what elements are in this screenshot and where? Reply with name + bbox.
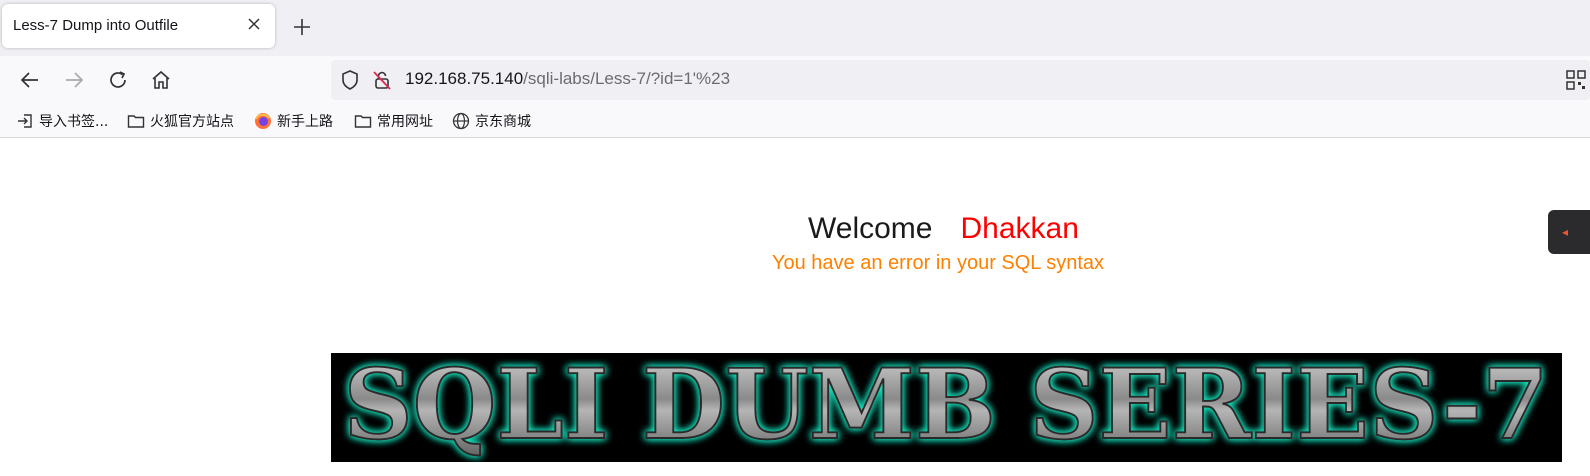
import-icon xyxy=(16,112,34,130)
bookmark-label: 导入书签... xyxy=(39,114,109,130)
insecure-lock-icon[interactable] xyxy=(371,69,393,91)
folder-icon xyxy=(354,112,372,130)
bookmark-label: 新手上路 xyxy=(277,114,333,130)
qr-code-icon[interactable] xyxy=(1566,70,1586,90)
tab-title: Less-7 Dump into Outfile xyxy=(13,17,179,34)
forward-arrow-icon[interactable] xyxy=(60,66,88,94)
bookmark-label: 常用网址 xyxy=(377,114,433,130)
tab-strip: Less-7 Dump into Outfile xyxy=(0,0,1590,56)
shield-icon[interactable] xyxy=(339,69,361,91)
bookmarks-bar: 导入书签... 火狐官方站点 新手上路 常用网址 京东商城 xyxy=(0,104,1590,138)
bookmark-import[interactable]: 导入书签... xyxy=(16,110,108,132)
url-path: /sqli-labs/Less-7/?id=1'%23 xyxy=(523,69,731,88)
tab-active[interactable]: Less-7 Dump into Outfile xyxy=(2,4,275,48)
user-name: Dhakkan xyxy=(960,212,1079,245)
url-host: 192.168.75.140 xyxy=(405,69,524,88)
reload-icon[interactable] xyxy=(104,66,132,94)
page-content: Welcome Dhakkan You have an error in your… xyxy=(0,139,1590,476)
bookmark-getting-started[interactable]: 新手上路 xyxy=(254,110,333,132)
home-icon[interactable] xyxy=(147,66,175,94)
firefox-icon xyxy=(254,112,272,130)
bookmark-firefox-site[interactable]: 火狐官方站点 xyxy=(127,110,234,132)
welcome-line: Welcome Dhakkan xyxy=(808,212,1079,246)
url-text[interactable]: 192.168.75.140/sqli-labs/Less-7/?id=1'%2… xyxy=(405,69,730,89)
url-bar[interactable]: 192.168.75.140/sqli-labs/Less-7/?id=1'%2… xyxy=(331,60,1590,100)
banner-image: SQLI DUMB SERIES-7 xyxy=(331,353,1562,462)
bookmark-label: 火狐官方站点 xyxy=(150,114,234,130)
bookmark-jd[interactable]: 京东商城 xyxy=(452,110,531,132)
navigation-bar: 192.168.75.140/sqli-labs/Less-7/?id=1'%2… xyxy=(0,56,1590,104)
bookmark-common-sites[interactable]: 常用网址 xyxy=(354,110,433,132)
back-arrow-icon[interactable] xyxy=(16,66,44,94)
globe-icon xyxy=(452,112,470,130)
bookmark-label: 京东商城 xyxy=(475,114,531,130)
sidebar-handle[interactable]: ◂ xyxy=(1548,210,1590,254)
close-icon[interactable] xyxy=(244,14,264,34)
banner-text: SQLI DUMB SERIES-7 xyxy=(344,353,1549,461)
arrow-icon: ◂ xyxy=(1562,225,1569,239)
sql-error-message: You have an error in your SQL syntax xyxy=(772,252,1105,274)
folder-icon xyxy=(127,112,145,130)
plus-icon[interactable] xyxy=(290,15,314,39)
welcome-text: Welcome xyxy=(808,212,933,245)
